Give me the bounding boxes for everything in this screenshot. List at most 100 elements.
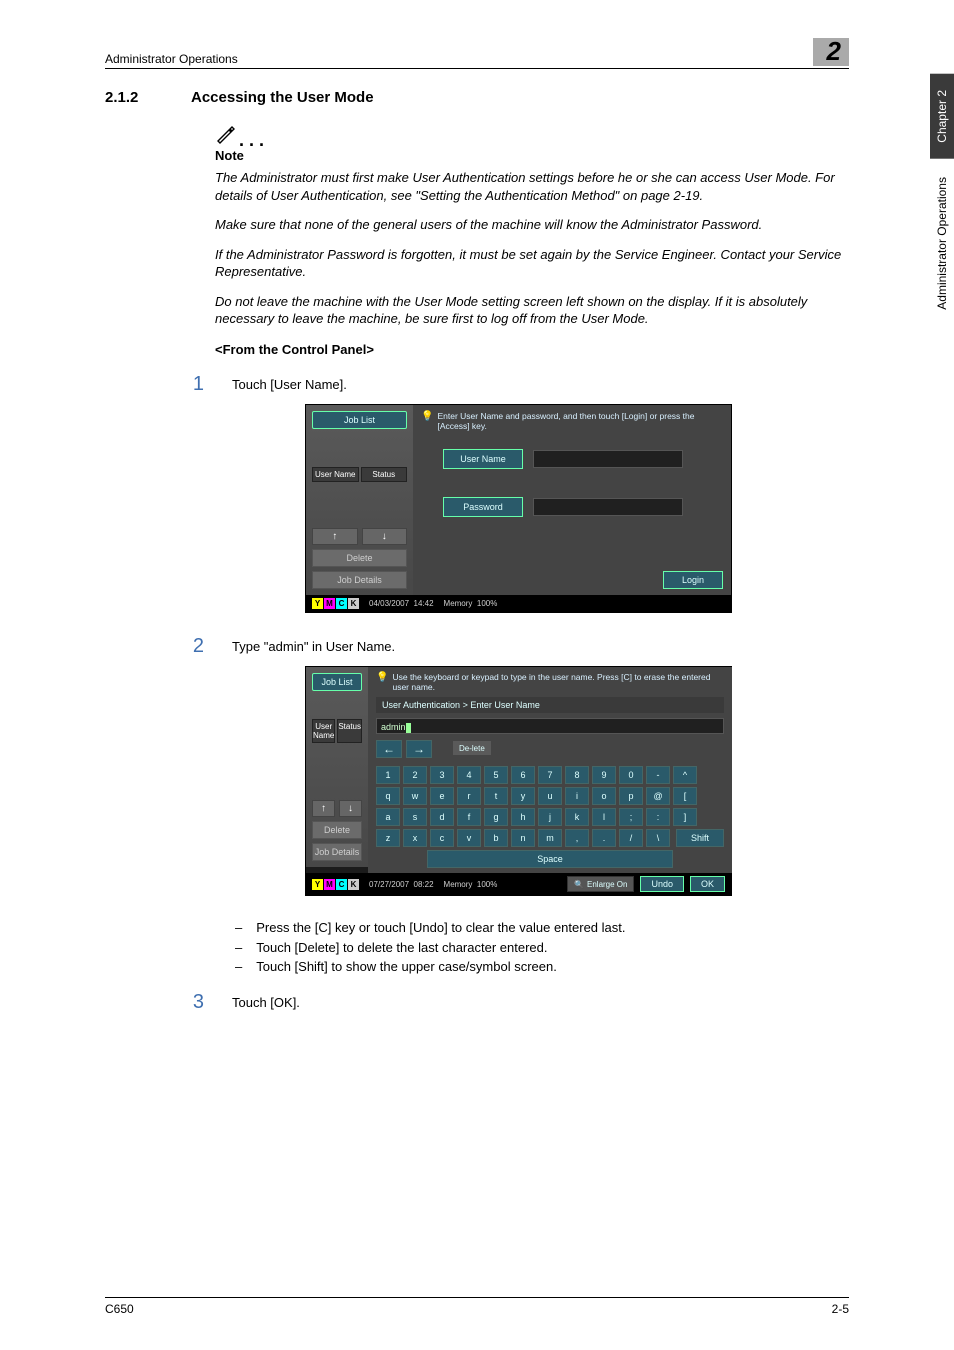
keyboard-key[interactable]: 8 bbox=[565, 766, 589, 784]
password-button[interactable]: Password bbox=[443, 497, 523, 517]
keyboard-key[interactable]: y bbox=[511, 787, 535, 805]
ok-button[interactable]: OK bbox=[690, 876, 725, 892]
status-toggle[interactable]: User NameStatus bbox=[312, 719, 362, 743]
hint-bulb-icon: 💡 bbox=[376, 672, 388, 692]
keyboard-key[interactable]: 6 bbox=[511, 766, 535, 784]
undo-button[interactable]: Undo bbox=[640, 876, 684, 892]
login-button[interactable]: Login bbox=[663, 571, 723, 589]
keyboard-key[interactable]: . bbox=[592, 829, 616, 847]
keyboard-key[interactable]: v bbox=[457, 829, 481, 847]
hint-bulb-icon: 💡 bbox=[421, 411, 433, 431]
keyboard-key[interactable]: ; bbox=[619, 808, 643, 826]
job-list-button[interactable]: Job List bbox=[312, 411, 407, 429]
status-toggle[interactable]: User NameStatus bbox=[312, 467, 407, 482]
keyboard-key[interactable]: z bbox=[376, 829, 400, 847]
keyboard-key[interactable]: @ bbox=[646, 787, 670, 805]
keyboard-key[interactable]: 1 bbox=[376, 766, 400, 784]
enlarge-button[interactable]: 🔍Enlarge On bbox=[567, 876, 634, 892]
running-header: Administrator Operations bbox=[105, 52, 238, 66]
keyboard-key[interactable]: d bbox=[430, 808, 454, 826]
shift-key[interactable]: Shift bbox=[676, 829, 724, 847]
step-text: Type "admin" in User Name. bbox=[232, 635, 395, 658]
keyboard-key[interactable]: x bbox=[403, 829, 427, 847]
delete-button[interactable]: Delete bbox=[312, 549, 407, 567]
keyboard-key[interactable]: b bbox=[484, 829, 508, 847]
keyboard-key[interactable]: 2 bbox=[403, 766, 427, 784]
keyboard-screenshot: Job List User NameStatus ↑ ↓ Delete Job … bbox=[305, 666, 732, 896]
job-list-button[interactable]: Job List bbox=[312, 673, 362, 691]
keyboard-key[interactable]: p bbox=[619, 787, 643, 805]
keyboard-row-3: asdfghjkl;:] bbox=[376, 808, 724, 826]
note-paragraph: If the Administrator Password is forgott… bbox=[215, 246, 849, 281]
note-dots: . . . bbox=[239, 136, 264, 144]
footer-memory: Memory 100% bbox=[444, 599, 498, 608]
keyboard-key[interactable]: 0 bbox=[619, 766, 643, 784]
keyboard-key[interactable]: 4 bbox=[457, 766, 481, 784]
note-icon bbox=[215, 124, 235, 144]
tip-line: Touch [Shift] to show the upper case/sym… bbox=[235, 957, 849, 977]
keyboard-key[interactable]: n bbox=[511, 829, 535, 847]
keyboard-key[interactable]: ^ bbox=[673, 766, 697, 784]
section-title: Accessing the User Mode bbox=[191, 89, 374, 106]
keyboard-key[interactable]: g bbox=[484, 808, 508, 826]
hint-text: 💡 Use the keyboard or keypad to type in … bbox=[376, 672, 724, 692]
keyboard-key[interactable]: s bbox=[403, 808, 427, 826]
keyboard-key[interactable]: 5 bbox=[484, 766, 508, 784]
keyboard-key[interactable]: e bbox=[430, 787, 454, 805]
up-arrow-button[interactable]: ↑ bbox=[312, 528, 358, 545]
footer-model: C650 bbox=[105, 1302, 134, 1316]
toner-indicator: YMCK bbox=[312, 879, 359, 890]
delete-button[interactable]: Delete bbox=[312, 821, 362, 839]
keyboard-key[interactable]: a bbox=[376, 808, 400, 826]
username-input[interactable]: admin bbox=[376, 718, 724, 734]
password-input[interactable] bbox=[533, 498, 683, 516]
keyboard-key[interactable]: \ bbox=[646, 829, 670, 847]
keyboard-key[interactable]: 9 bbox=[592, 766, 616, 784]
cursor-right-key[interactable]: → bbox=[406, 740, 432, 758]
keyboard-row-1: 1234567890-^ bbox=[376, 766, 724, 784]
keyboard-key[interactable]: f bbox=[457, 808, 481, 826]
keyboard-key[interactable]: , bbox=[565, 829, 589, 847]
keyboard-key[interactable]: w bbox=[403, 787, 427, 805]
keyboard-key[interactable]: 3 bbox=[430, 766, 454, 784]
footer-page: 2-5 bbox=[832, 1302, 849, 1316]
up-arrow-button[interactable]: ↑ bbox=[312, 800, 335, 817]
down-arrow-button[interactable]: ↓ bbox=[339, 800, 362, 817]
job-details-button[interactable]: Job Details bbox=[312, 843, 362, 861]
step-text: Touch [User Name]. bbox=[232, 373, 347, 396]
cursor-left-key[interactable]: ← bbox=[376, 740, 402, 758]
keyboard-key[interactable]: h bbox=[511, 808, 535, 826]
keyboard-key[interactable]: c bbox=[430, 829, 454, 847]
step-number: 3 bbox=[180, 991, 204, 1014]
tip-line: Press the [C] key or touch [Undo] to cle… bbox=[235, 918, 849, 938]
keyboard-key[interactable]: [ bbox=[673, 787, 697, 805]
keyboard-key[interactable]: r bbox=[457, 787, 481, 805]
username-input[interactable] bbox=[533, 450, 683, 468]
keyboard-key[interactable]: l bbox=[592, 808, 616, 826]
keyboard-key[interactable]: ] bbox=[673, 808, 697, 826]
footer-memory: Memory 100% bbox=[444, 880, 498, 889]
keyboard-key[interactable]: k bbox=[565, 808, 589, 826]
procedure-subhead: <From the Control Panel> bbox=[215, 342, 849, 357]
job-details-button[interactable]: Job Details bbox=[312, 571, 407, 589]
keyboard-key[interactable]: / bbox=[619, 829, 643, 847]
keyboard-key[interactable]: : bbox=[646, 808, 670, 826]
keyboard-key[interactable]: m bbox=[538, 829, 562, 847]
keyboard-key[interactable]: i bbox=[565, 787, 589, 805]
keyboard-row-4: zxcvbnm,./\ Shift bbox=[376, 829, 724, 847]
breadcrumb-bar: User Authentication > Enter User Name bbox=[376, 697, 724, 713]
keyboard-key[interactable]: q bbox=[376, 787, 400, 805]
delete-key[interactable]: De-lete bbox=[452, 740, 492, 756]
keyboard-key[interactable]: j bbox=[538, 808, 562, 826]
chapter-number-box: 2 bbox=[813, 38, 849, 66]
hint-text: 💡 Enter User Name and password, and then… bbox=[421, 411, 723, 431]
username-button[interactable]: User Name bbox=[443, 449, 523, 469]
keyboard-key[interactable]: u bbox=[538, 787, 562, 805]
down-arrow-button[interactable]: ↓ bbox=[362, 528, 408, 545]
keyboard-key[interactable]: - bbox=[646, 766, 670, 784]
keyboard-key[interactable]: 7 bbox=[538, 766, 562, 784]
keyboard-key[interactable]: o bbox=[592, 787, 616, 805]
space-key[interactable]: Space bbox=[427, 850, 673, 868]
keyboard-key[interactable]: t bbox=[484, 787, 508, 805]
note-paragraph: Do not leave the machine with the User M… bbox=[215, 293, 849, 328]
